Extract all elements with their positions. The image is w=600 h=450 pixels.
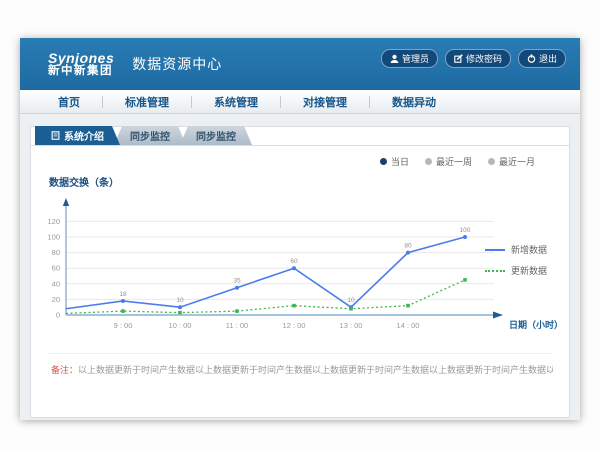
y-tick-label: 40 xyxy=(52,279,60,288)
header-button-label: 退出 xyxy=(539,52,557,65)
y-tick-label: 100 xyxy=(47,233,60,242)
tab-1[interactable]: 同步监控 xyxy=(114,126,186,145)
chart-title: 数据交换（条） xyxy=(49,174,569,189)
radio-option-0[interactable]: 当日 xyxy=(380,155,409,168)
power-icon xyxy=(527,54,536,63)
legend-line-sample xyxy=(485,270,505,272)
y-tick-label: 60 xyxy=(52,264,60,273)
y-tick-label: 20 xyxy=(52,295,60,304)
data-point xyxy=(292,304,296,308)
tabs-row: 系统介绍 同步监控 同步监控 xyxy=(31,126,569,146)
x-tick-label: 13 : 00 xyxy=(340,321,363,330)
point-label: 60 xyxy=(290,258,298,265)
point-label: 10 xyxy=(176,297,184,304)
legend-line-sample xyxy=(485,249,505,251)
y-tick-label: 0 xyxy=(56,311,60,320)
content-card: 系统介绍 同步监控 同步监控 当日 最近一周 最近一月 数据交换（条） 0 20 40 60 8… xyxy=(30,126,570,418)
header-button-label: 管理员 xyxy=(402,52,429,65)
y-tick-label: 120 xyxy=(47,217,60,226)
tab-label: 同步监控 xyxy=(130,128,170,143)
legend-item-0[interactable]: 新增数据 xyxy=(485,243,547,256)
data-point xyxy=(406,251,410,255)
data-point xyxy=(463,235,467,239)
tab-0[interactable]: 系统介绍 xyxy=(35,126,120,145)
data-point xyxy=(406,304,410,308)
logo-text-cn: 新中新集团 xyxy=(48,65,114,77)
document-icon xyxy=(51,131,60,140)
page: Synjones 新中新集团 数据资源中心 管理员修改密码退出 首页标准管理系统… xyxy=(0,0,600,450)
x-tick-label: 14 : 00 xyxy=(397,321,420,330)
footnote-label: 备注： xyxy=(51,365,78,375)
point-label: 100 xyxy=(460,227,471,234)
x-axis-arrow xyxy=(493,312,503,319)
header-button-logout[interactable]: 退出 xyxy=(518,49,566,68)
app-header: Synjones 新中新集团 数据资源中心 管理员 修改密码 退出 xyxy=(20,38,580,90)
y-tick-label: 80 xyxy=(52,248,60,257)
page-title: 数据资源中心 xyxy=(132,54,222,74)
x-axis-title: 日期（小时） xyxy=(509,319,563,330)
header-button-change-password[interactable]: 修改密码 xyxy=(445,49,511,68)
point-label: 18 xyxy=(119,291,127,298)
radio-dot xyxy=(380,158,387,165)
data-point xyxy=(463,278,467,282)
nav-item-0[interactable]: 首页 xyxy=(36,94,102,110)
legend-label: 新增数据 xyxy=(511,243,547,256)
footnote-text: 以上数据更新于时间产生数据以上数据更新于时间产生数据以上数据更新于时间产生数据以… xyxy=(78,365,553,375)
data-point xyxy=(349,307,353,311)
legend-label: 更新数据 xyxy=(511,264,547,277)
company-logo: Synjones 新中新集团 xyxy=(48,51,114,78)
data-point xyxy=(235,286,239,290)
tab-label: 同步监控 xyxy=(196,128,236,143)
x-tick-label: 11 : 00 xyxy=(226,321,248,330)
radio-label: 最近一月 xyxy=(499,155,535,168)
x-tick-label: 9 : 00 xyxy=(114,321,133,330)
header-button-label: 修改密码 xyxy=(466,52,502,65)
point-label: 10 xyxy=(347,297,355,304)
legend-item-1[interactable]: 更新数据 xyxy=(485,264,547,277)
nav-item-1[interactable]: 标准管理 xyxy=(103,94,191,110)
point-label: 80 xyxy=(404,243,412,250)
time-range-filters: 当日 最近一周 最近一月 xyxy=(31,146,569,168)
tab-2[interactable]: 同步监控 xyxy=(180,126,252,145)
nav-item-3[interactable]: 对接管理 xyxy=(281,94,369,110)
radio-option-1[interactable]: 最近一周 xyxy=(425,155,472,168)
radio-option-2[interactable]: 最近一月 xyxy=(488,155,535,168)
series-legend: 新增数据更新数据 xyxy=(485,243,547,277)
radio-label: 最近一周 xyxy=(436,155,472,168)
chart-area: 0 20 40 60 80 100 120 9 : 00 10 : 00 11 : 00 12 : … xyxy=(31,191,569,343)
nav-item-4[interactable]: 数据异动 xyxy=(370,94,458,110)
edit-icon xyxy=(454,54,463,63)
header-button-account[interactable]: 管理员 xyxy=(381,49,438,68)
radio-label: 当日 xyxy=(391,155,409,168)
app-window: Synjones 新中新集团 数据资源中心 管理员修改密码退出 首页标准管理系统… xyxy=(20,38,580,420)
footnote: 备注：以上数据更新于时间产生数据以上数据更新于时间产生数据以上数据更新于时间产生… xyxy=(47,353,553,376)
main-nav: 首页标准管理系统管理对接管理数据异动 xyxy=(20,90,580,114)
nav-item-2[interactable]: 系统管理 xyxy=(192,94,280,110)
y-axis-arrow xyxy=(63,198,69,206)
logo-text-en: Synjones xyxy=(48,51,114,66)
point-label: 35 xyxy=(233,278,241,285)
data-point xyxy=(121,309,125,313)
x-tick-label: 12 : 00 xyxy=(283,321,306,330)
data-point xyxy=(178,305,182,309)
data-point xyxy=(235,309,239,313)
data-point xyxy=(292,266,296,270)
user-icon xyxy=(390,54,399,63)
tab-label: 系统介绍 xyxy=(64,128,104,143)
data-point xyxy=(121,299,125,303)
radio-dot xyxy=(488,158,495,165)
radio-dot xyxy=(425,158,432,165)
header-user-buttons: 管理员 修改密码 退出 xyxy=(381,49,566,68)
x-tick-label: 10 : 00 xyxy=(169,321,192,330)
data-point xyxy=(178,311,182,315)
